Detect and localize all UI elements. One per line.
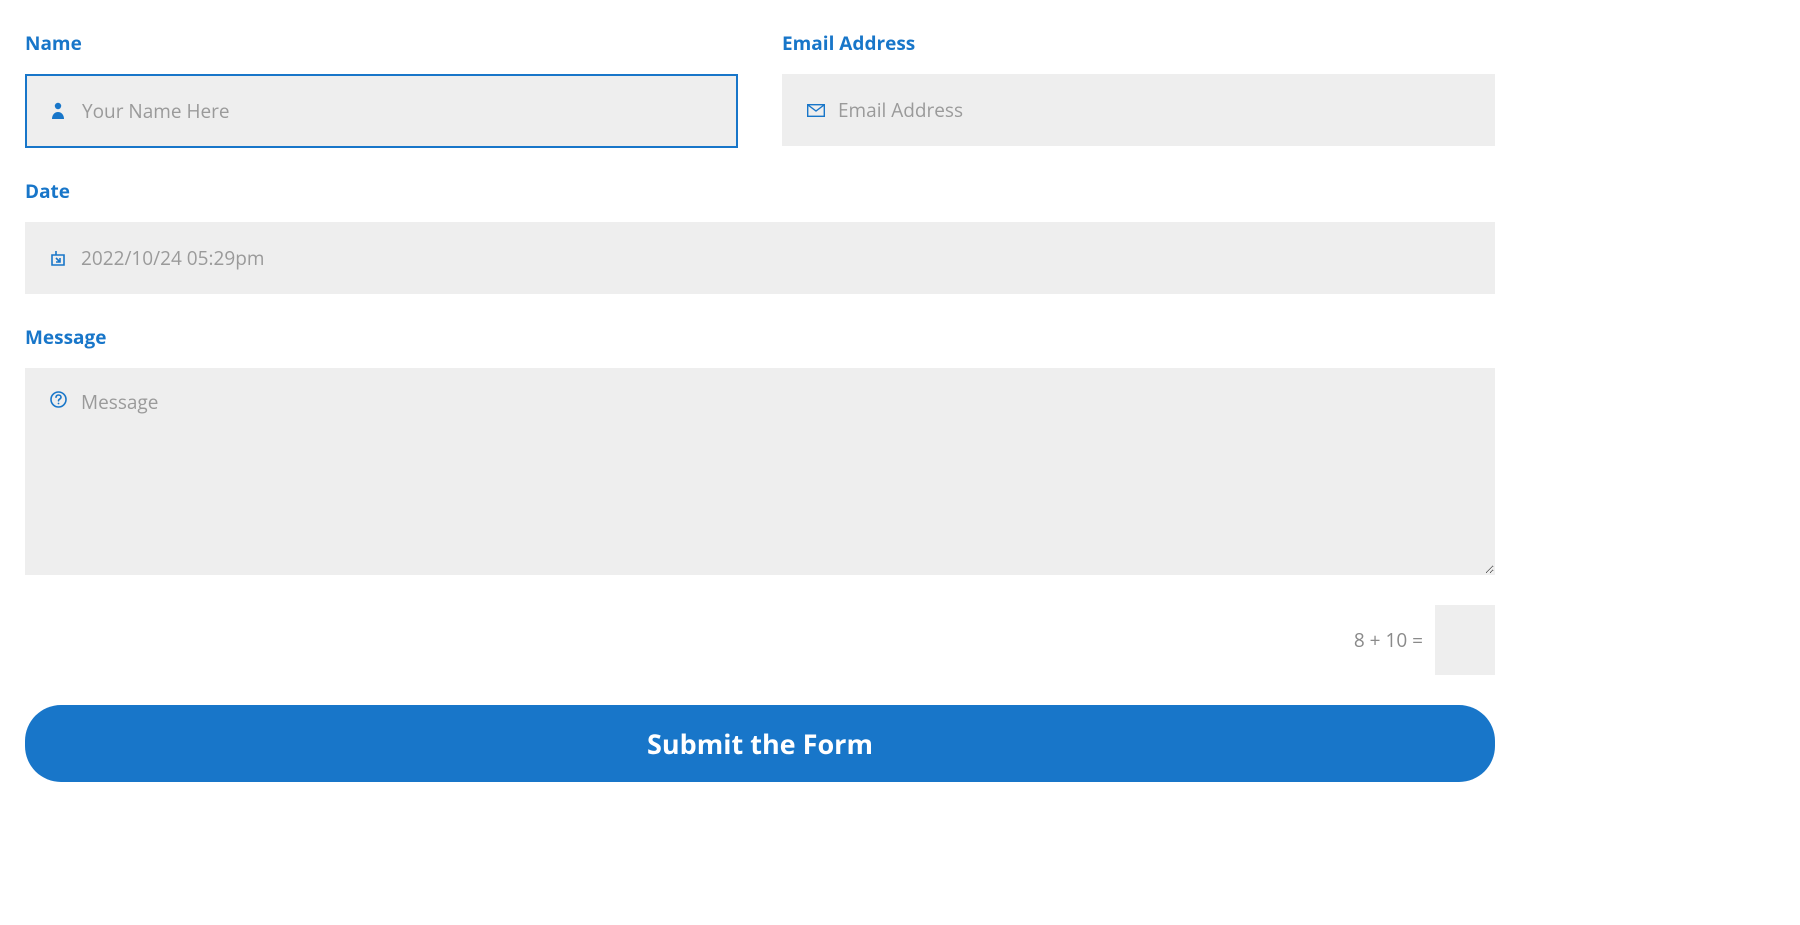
date-input-wrap xyxy=(25,222,1495,294)
date-input[interactable] xyxy=(26,223,1494,293)
name-input[interactable] xyxy=(27,76,736,146)
captcha-row: 8 + 10 = xyxy=(25,605,1495,675)
email-label: Email Address xyxy=(782,30,1495,56)
submit-button[interactable]: Submit the Form xyxy=(25,705,1495,782)
contact-form: Name Email Address xyxy=(25,30,1495,782)
message-field-group: Message xyxy=(25,324,1495,575)
captcha-input[interactable] xyxy=(1435,605,1495,675)
message-label: Message xyxy=(25,324,1495,350)
email-field-group: Email Address xyxy=(782,30,1495,148)
message-input-wrap xyxy=(25,368,1495,575)
email-input[interactable] xyxy=(783,75,1494,145)
captcha-question: 8 + 10 = xyxy=(1354,627,1423,653)
date-field-group: Date xyxy=(25,178,1495,294)
name-email-row: Name Email Address xyxy=(25,30,1495,148)
name-label: Name xyxy=(25,30,738,56)
message-row: Message xyxy=(25,324,1495,575)
date-label: Date xyxy=(25,178,1495,204)
email-input-wrap xyxy=(782,74,1495,146)
name-input-wrap xyxy=(25,74,738,148)
message-textarea[interactable] xyxy=(26,369,1494,574)
name-field-group: Name xyxy=(25,30,738,148)
date-row: Date xyxy=(25,178,1495,294)
